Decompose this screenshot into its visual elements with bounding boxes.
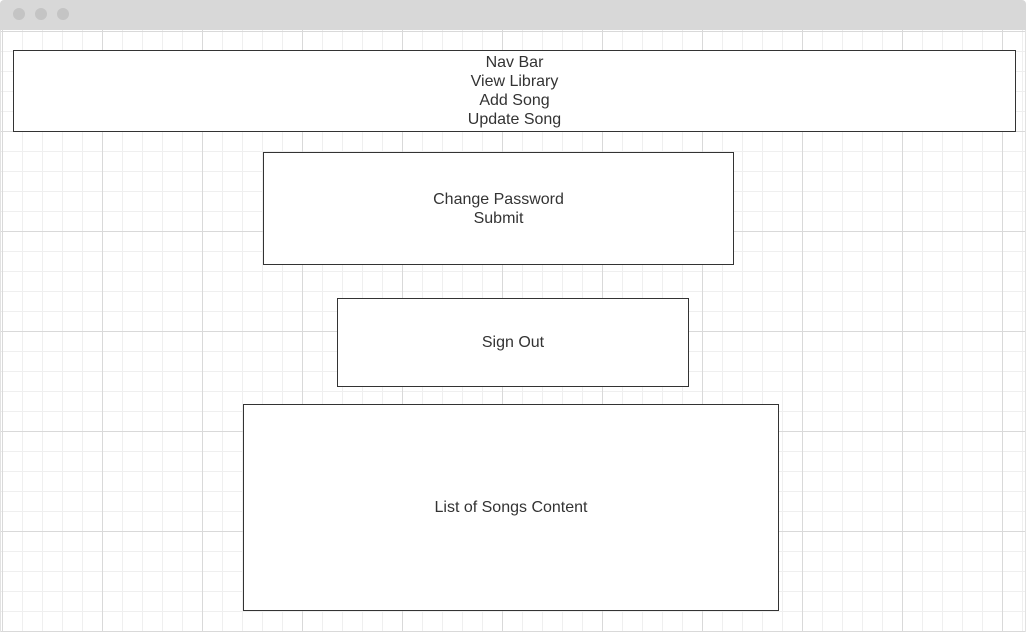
nav-bar: Nav Bar View Library Add Song Update Son… [13,50,1016,132]
wireframe-window: Nav Bar View Library Add Song Update Son… [0,0,1029,632]
window-maximize-dot[interactable] [57,8,69,20]
window-titlebar [0,0,1026,30]
songs-list-panel: List of Songs Content [243,404,779,611]
nav-item-view-library[interactable]: View Library [471,72,559,91]
nav-bar-title: Nav Bar [485,54,544,71]
window-minimize-dot[interactable] [35,8,47,20]
change-password-form: Change Password Submit [263,152,734,265]
sign-out-section: Sign Out [337,298,689,387]
sign-out-button[interactable]: Sign Out [482,333,544,352]
submit-button[interactable]: Submit [474,209,524,228]
nav-item-update-song[interactable]: Update Song [468,110,561,129]
songs-list-label: List of Songs Content [434,499,588,516]
grid-canvas: Nav Bar View Library Add Song Update Son… [0,30,1026,632]
change-password-label[interactable]: Change Password [433,190,564,209]
nav-item-add-song[interactable]: Add Song [479,91,549,110]
window-close-dot[interactable] [13,8,25,20]
